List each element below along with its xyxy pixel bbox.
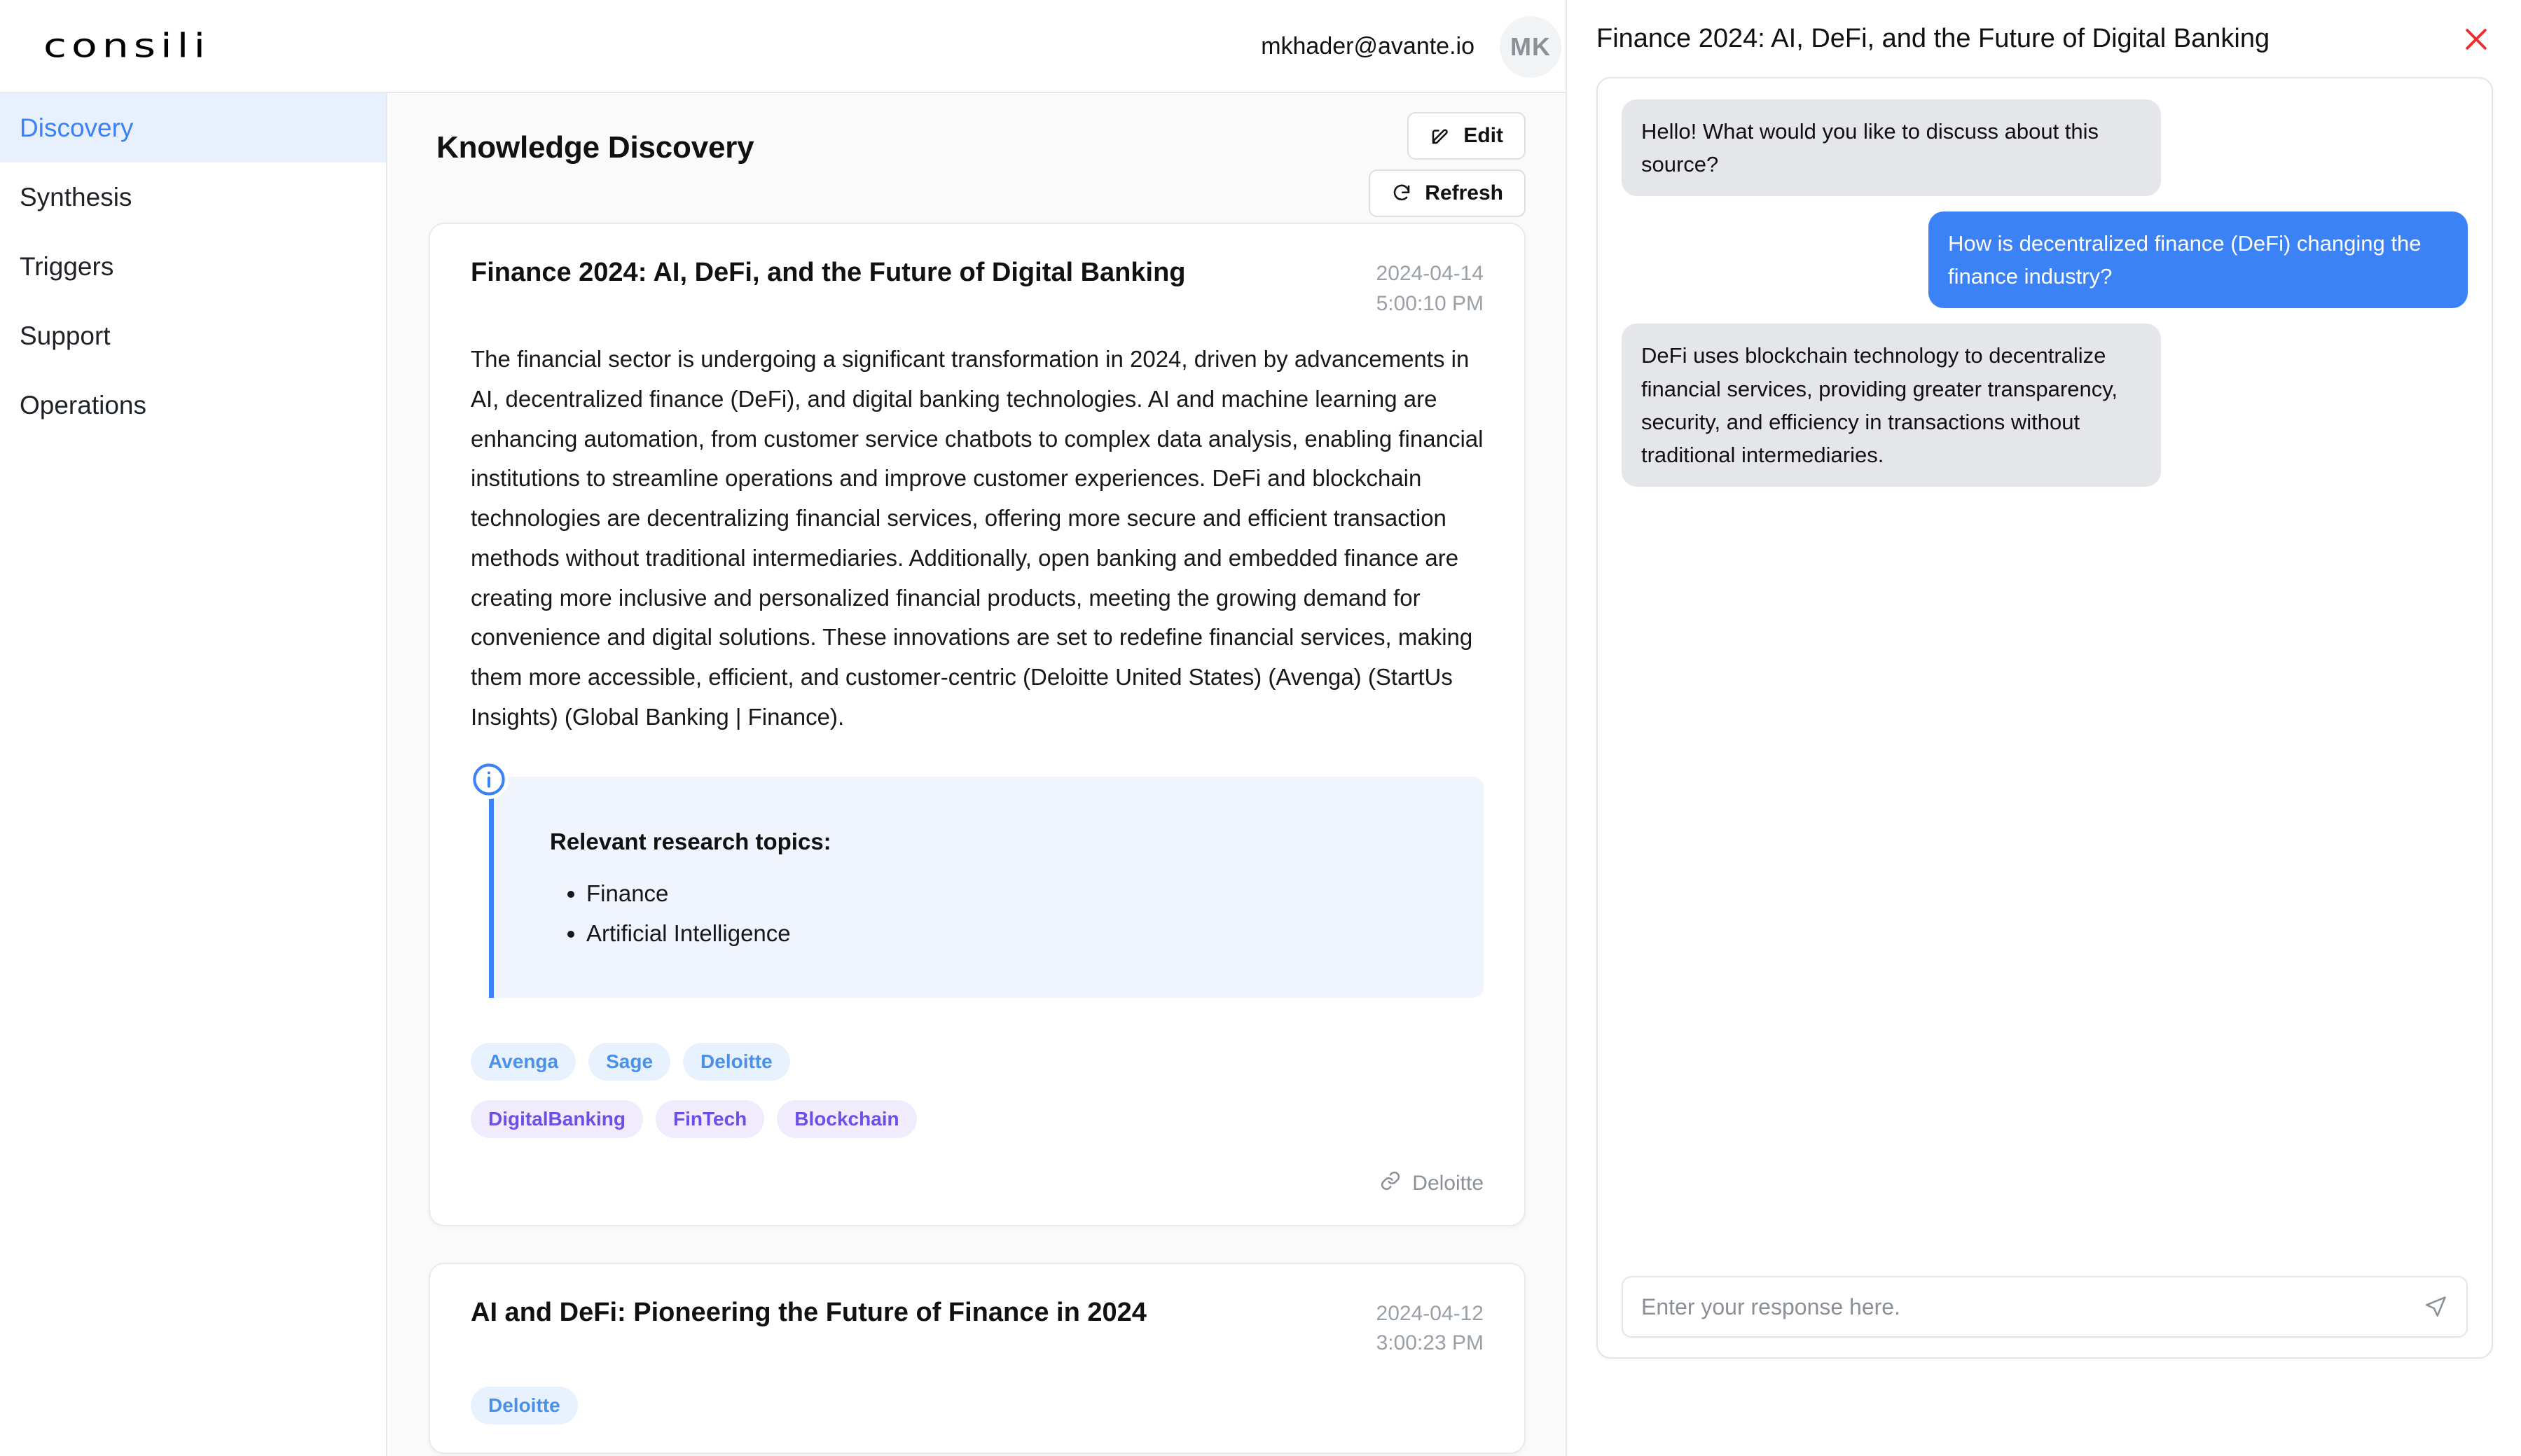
edit-button[interactable]: Edit: [1407, 112, 1526, 160]
sidebar-item-support[interactable]: Support: [0, 301, 386, 370]
main-header-actions: Edit Refresh: [1369, 112, 1526, 217]
card-timestamp: 2024-04-14 5:00:10 PM: [1376, 256, 1484, 319]
app-logo[interactable]: consili: [43, 27, 210, 65]
source-tag[interactable]: Deloitte: [683, 1042, 790, 1081]
user-email: mkhader@avante.io: [1261, 33, 1474, 60]
chat-conversation-box: Hello! What would you like to discuss ab…: [1596, 77, 2493, 1359]
chat-input[interactable]: [1641, 1294, 2413, 1320]
sidebar-item-label: Triggers: [20, 251, 114, 281]
app-root: consili mkhader@avante.io MK Discovery S…: [0, 0, 2521, 1456]
knowledge-card[interactable]: AI and DeFi: Pioneering the Future of Fi…: [429, 1262, 1526, 1454]
link-icon: [1380, 1170, 1401, 1197]
chat-title: Finance 2024: AI, DeFi, and the Future o…: [1596, 23, 2270, 53]
source-tag[interactable]: Sage: [588, 1042, 671, 1081]
card-footer: Deloitte: [471, 1170, 1484, 1197]
pencil-icon: [1430, 125, 1451, 146]
card-date: 2024-04-12: [1376, 1301, 1484, 1325]
sidebar: Discovery Synthesis Triggers Support Ope…: [0, 93, 387, 1456]
send-icon: [2423, 1296, 2448, 1322]
chat-panel: Finance 2024: AI, DeFi, and the Future o…: [1566, 0, 2521, 1456]
avatar[interactable]: MK: [1500, 15, 1561, 78]
list-item: Artificial Intelligence: [586, 913, 1456, 954]
chat-input-container: [1622, 1276, 2468, 1338]
sidebar-item-synthesis[interactable]: Synthesis: [0, 162, 386, 232]
sidebar-item-label: Operations: [20, 390, 146, 420]
source-link[interactable]: Deloitte: [1380, 1170, 1484, 1197]
chat-header: Finance 2024: AI, DeFi, and the Future o…: [1567, 0, 2521, 77]
refresh-button-label: Refresh: [1425, 181, 1503, 204]
topic-tag[interactable]: Blockchain: [777, 1100, 917, 1138]
card-title: AI and DeFi: Pioneering the Future of Fi…: [471, 1297, 1147, 1327]
edit-button-label: Edit: [1463, 124, 1503, 147]
topic-tag[interactable]: FinTech: [656, 1100, 765, 1138]
knowledge-card[interactable]: Finance 2024: AI, DeFi, and the Future o…: [429, 223, 1526, 1226]
callout-body: Relevant research topics: Finance Artifi…: [489, 776, 1484, 998]
chat-message-bot: Hello! What would you like to discuss ab…: [1622, 99, 2161, 197]
sidebar-item-label: Support: [20, 321, 111, 350]
card-time: 5:00:10 PM: [1376, 291, 1484, 315]
info-icon: [469, 759, 509, 799]
page-title: Knowledge Discovery: [436, 130, 754, 165]
card-timestamp: 2024-04-12 3:00:23 PM: [1376, 1296, 1484, 1359]
source-tag[interactable]: Avenga: [471, 1042, 576, 1081]
callout-title: Relevant research topics:: [550, 828, 831, 854]
topic-tag[interactable]: DigitalBanking: [471, 1100, 644, 1138]
sidebar-item-label: Discovery: [20, 113, 134, 142]
card-header: Finance 2024: AI, DeFi, and the Future o…: [471, 256, 1484, 319]
list-item: Finance: [586, 873, 1456, 914]
sidebar-item-operations[interactable]: Operations: [0, 370, 386, 440]
main-content: Knowledge Discovery Edit Refresh Finance…: [389, 93, 1566, 1456]
source-link-label: Deloitte: [1412, 1171, 1484, 1195]
research-topics-callout: Relevant research topics: Finance Artifi…: [469, 759, 1484, 998]
sidebar-item-triggers[interactable]: Triggers: [0, 232, 386, 301]
send-button[interactable]: [2413, 1294, 2448, 1319]
refresh-icon: [1391, 183, 1412, 204]
refresh-button[interactable]: Refresh: [1369, 169, 1526, 217]
close-icon: [2461, 29, 2492, 57]
source-tag-row: Deloitte: [471, 1386, 1484, 1424]
main-header: Knowledge Discovery Edit Refresh: [389, 93, 1566, 223]
sidebar-item-discovery[interactable]: Discovery: [0, 93, 386, 162]
card-header: AI and DeFi: Pioneering the Future of Fi…: [471, 1296, 1484, 1359]
chat-message-user: How is decentralized finance (DeFi) chan…: [1928, 212, 2468, 309]
card-time: 3:00:23 PM: [1376, 1331, 1484, 1355]
chat-message-bot: DeFi uses blockchain technology to decen…: [1622, 324, 2161, 487]
card-date: 2024-04-14: [1376, 262, 1484, 285]
callout-list: Finance Artificial Intelligence: [586, 873, 1456, 955]
source-tag-row: Avenga Sage Deloitte: [471, 1042, 1484, 1081]
source-tag[interactable]: Deloitte: [471, 1386, 578, 1424]
card-title: Finance 2024: AI, DeFi, and the Future o…: [471, 258, 1186, 287]
close-button[interactable]: [2461, 24, 2492, 55]
chat-message-list: Hello! What would you like to discuss ab…: [1598, 78, 2492, 502]
topic-tag-row: DigitalBanking FinTech Blockchain: [471, 1100, 1484, 1138]
top-bar-right: mkhader@avante.io MK: [1261, 0, 1561, 93]
sidebar-item-label: Synthesis: [20, 182, 132, 212]
card-body-text: The financial sector is undergoing a sig…: [471, 346, 1484, 730]
